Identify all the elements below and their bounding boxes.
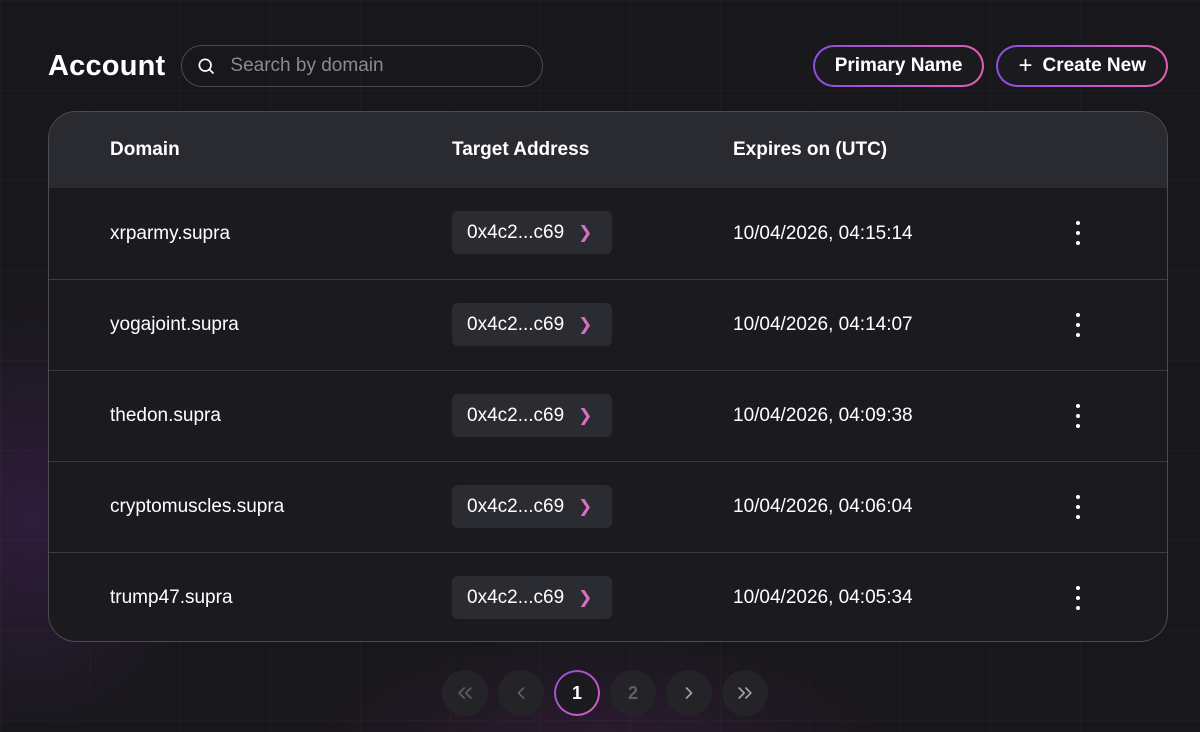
- header: Account Primary Name + Create New: [48, 44, 1168, 88]
- address-text: 0x4c2...c69: [467, 313, 565, 335]
- chevron-right-icon: ❯: [578, 222, 593, 242]
- last-page-button[interactable]: [722, 670, 768, 716]
- address-text: 0x4c2...c69: [467, 495, 565, 517]
- address-text: 0x4c2...c69: [467, 221, 565, 243]
- target-address-chip[interactable]: 0x4c2...c69 ❯: [452, 485, 612, 528]
- next-page-button[interactable]: [666, 670, 712, 716]
- domain-cell: yogajoint.supra: [110, 314, 239, 335]
- first-page-button[interactable]: [442, 670, 488, 716]
- page: Account Primary Name + Create New Domain…: [0, 0, 1200, 732]
- plus-icon: +: [1018, 52, 1033, 79]
- target-address-chip[interactable]: 0x4c2...c69 ❯: [452, 394, 612, 437]
- create-new-button[interactable]: + Create New: [996, 45, 1168, 87]
- address-text: 0x4c2...c69: [467, 586, 565, 608]
- expires-cell: 10/04/2026, 04:14:07: [733, 314, 913, 335]
- expires-cell: 10/04/2026, 04:15:14: [733, 222, 913, 244]
- page-title: Account: [48, 49, 166, 82]
- chevron-right-icon: ❯: [578, 587, 593, 607]
- table-row: xrparmy.supra 0x4c2...c69 ❯ 10/04/2026, …: [49, 188, 1167, 279]
- target-address-chip[interactable]: 0x4c2...c69 ❯: [452, 576, 612, 619]
- chevron-right-icon: ❯: [578, 496, 593, 516]
- column-header-target-address: Target Address: [452, 139, 590, 160]
- primary-name-button[interactable]: Primary Name: [812, 45, 985, 87]
- address-text: 0x4c2...c69: [467, 404, 565, 426]
- domain-cell: trump47.supra: [110, 587, 233, 608]
- double-chevron-left-icon: [458, 687, 472, 699]
- search-icon: [198, 58, 215, 75]
- domain-cell: xrparmy.supra: [110, 222, 231, 244]
- table-row: trump47.supra 0x4c2...c69 ❯ 10/04/2026, …: [49, 552, 1167, 641]
- search-box[interactable]: [181, 45, 544, 87]
- expires-cell: 10/04/2026, 04:06:04: [733, 496, 913, 517]
- domain-cell: thedon.supra: [110, 405, 221, 426]
- table-row: yogajoint.supra 0x4c2...c69 ❯ 10/04/2026…: [49, 279, 1167, 370]
- expires-cell: 10/04/2026, 04:05:34: [733, 587, 913, 608]
- chevron-right-icon: ❯: [578, 314, 593, 334]
- previous-page-button[interactable]: [498, 670, 544, 716]
- chevron-left-icon: [517, 687, 525, 699]
- primary-name-label: Primary Name: [834, 55, 963, 76]
- target-address-chip[interactable]: 0x4c2...c69 ❯: [452, 303, 612, 346]
- search-input[interactable]: [230, 55, 543, 77]
- more-options-icon[interactable]: [1067, 401, 1089, 431]
- double-chevron-right-icon: [738, 687, 752, 699]
- more-options-icon[interactable]: [1067, 583, 1089, 613]
- table-row: cryptomuscles.supra 0x4c2...c69 ❯ 10/04/…: [49, 461, 1167, 552]
- expires-cell: 10/04/2026, 04:09:38: [733, 405, 913, 426]
- more-options-icon[interactable]: [1067, 218, 1089, 248]
- page-2-button[interactable]: 2: [610, 670, 656, 716]
- table-header: Domain Target Address Expires on (UTC): [49, 112, 1167, 188]
- pagination: 1 2: [442, 670, 768, 716]
- domain-cell: cryptomuscles.supra: [110, 496, 285, 517]
- domains-table: Domain Target Address Expires on (UTC) x…: [48, 111, 1168, 642]
- chevron-right-icon: [685, 687, 693, 699]
- create-new-label: Create New: [1042, 55, 1147, 76]
- target-address-chip[interactable]: 0x4c2...c69 ❯: [452, 211, 612, 254]
- column-header-domain: Domain: [110, 139, 180, 160]
- column-header-expires: Expires on (UTC): [733, 139, 888, 160]
- more-options-icon[interactable]: [1067, 310, 1089, 340]
- more-options-icon[interactable]: [1067, 492, 1089, 522]
- chevron-right-icon: ❯: [578, 405, 593, 425]
- page-1-button[interactable]: 1: [554, 670, 600, 716]
- table-row: thedon.supra 0x4c2...c69 ❯ 10/04/2026, 0…: [49, 370, 1167, 461]
